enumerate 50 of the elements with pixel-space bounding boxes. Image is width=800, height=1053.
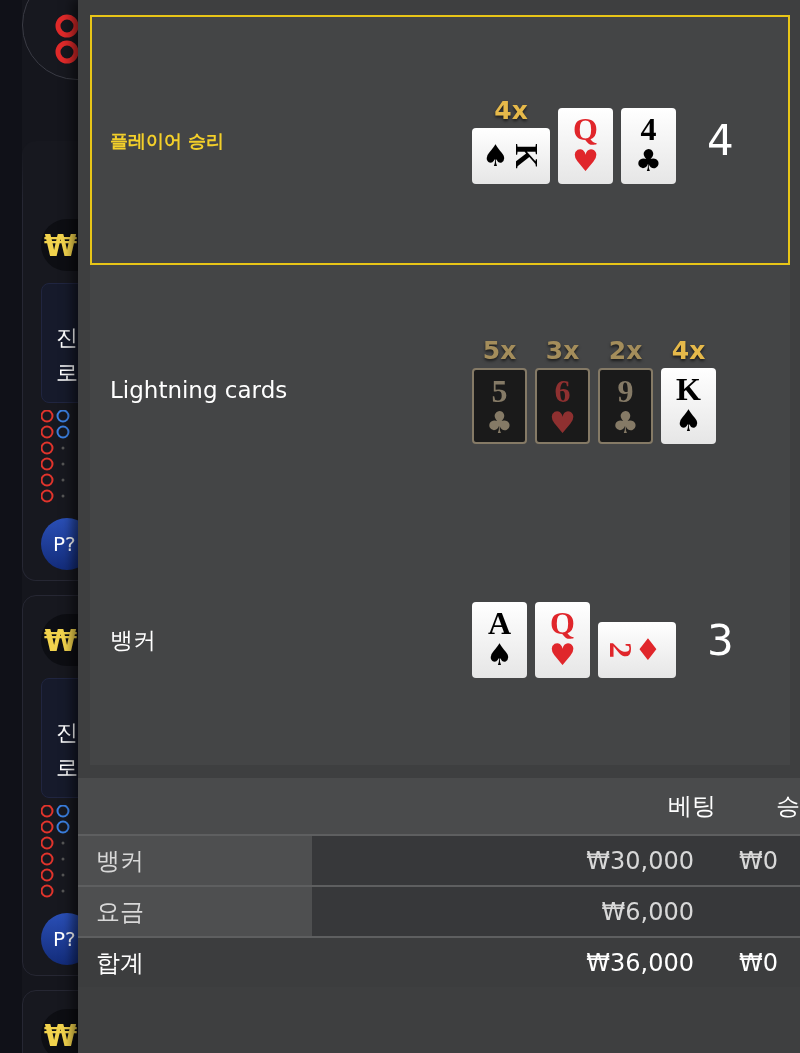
logo-icon: [55, 14, 78, 64]
row-label-text: 합계: [96, 947, 144, 979]
card-suit: ♣: [612, 408, 639, 438]
result-label: 플레이어 승리: [109, 128, 226, 153]
card-rank: K: [510, 143, 545, 169]
column-header: 베팅: [667, 791, 716, 822]
card-rank: Q: [550, 606, 575, 640]
predict-button[interactable]: P?: [41, 518, 78, 570]
card-rank: K: [676, 372, 701, 406]
card-rank: 9: [617, 374, 634, 408]
result-label: 뱅커: [109, 625, 157, 655]
bet-amount: ₩: [41, 1009, 78, 1053]
card-rank: 5: [491, 374, 508, 408]
card-suit: ♠: [482, 141, 509, 171]
message-text: 진: [56, 719, 78, 747]
card-suit: ♠: [675, 406, 702, 436]
card-suit: ♥: [549, 408, 576, 438]
game-tile[interactable]: ₩ 진 로 P?: [22, 595, 78, 976]
card-suit: ♥: [549, 640, 576, 670]
message-text: 진: [56, 324, 78, 352]
multiplier-label: 4x: [494, 96, 528, 126]
multiplier-label: 4x: [671, 336, 706, 366]
card-suit: ♣: [486, 408, 513, 438]
bet-amount-cell-text: ₩6,000: [600, 896, 694, 928]
predict-button[interactable]: P?: [41, 913, 78, 965]
card-rank: 6: [554, 374, 571, 408]
bet-amount-cell-text: ₩36,000: [585, 947, 694, 979]
multiplier-label: 5x: [482, 336, 517, 366]
bet-amount: ₩: [41, 614, 78, 666]
hand-score: 3: [707, 614, 734, 667]
game-tile[interactable]: ₩: [22, 990, 78, 1053]
row-label-text: 요금: [96, 896, 144, 928]
bet-amount: ₩: [41, 219, 78, 271]
bet-amount-cell-text: ₩30,000: [585, 845, 694, 877]
card-suit: ♠: [486, 640, 513, 670]
message-text: 로: [56, 359, 78, 387]
card-suit: ♣: [635, 146, 662, 176]
card-rank: A: [487, 606, 512, 640]
win-amount-cell-text: ₩0: [738, 947, 778, 979]
multiplier-label: 2x: [608, 336, 643, 366]
message-text: 로: [56, 754, 78, 782]
win-amount-cell-text: ₩0: [738, 845, 778, 877]
card-rank: Q: [573, 112, 598, 146]
column-header: 승: [775, 791, 800, 822]
result-label: Lightning cards: [109, 375, 289, 405]
card-suit: ♥: [572, 146, 599, 176]
row-label-text: 뱅커: [96, 845, 144, 877]
multiplier-label: 3x: [545, 336, 580, 366]
card-rank: 4: [640, 112, 657, 146]
hand-score: 4: [707, 114, 734, 167]
